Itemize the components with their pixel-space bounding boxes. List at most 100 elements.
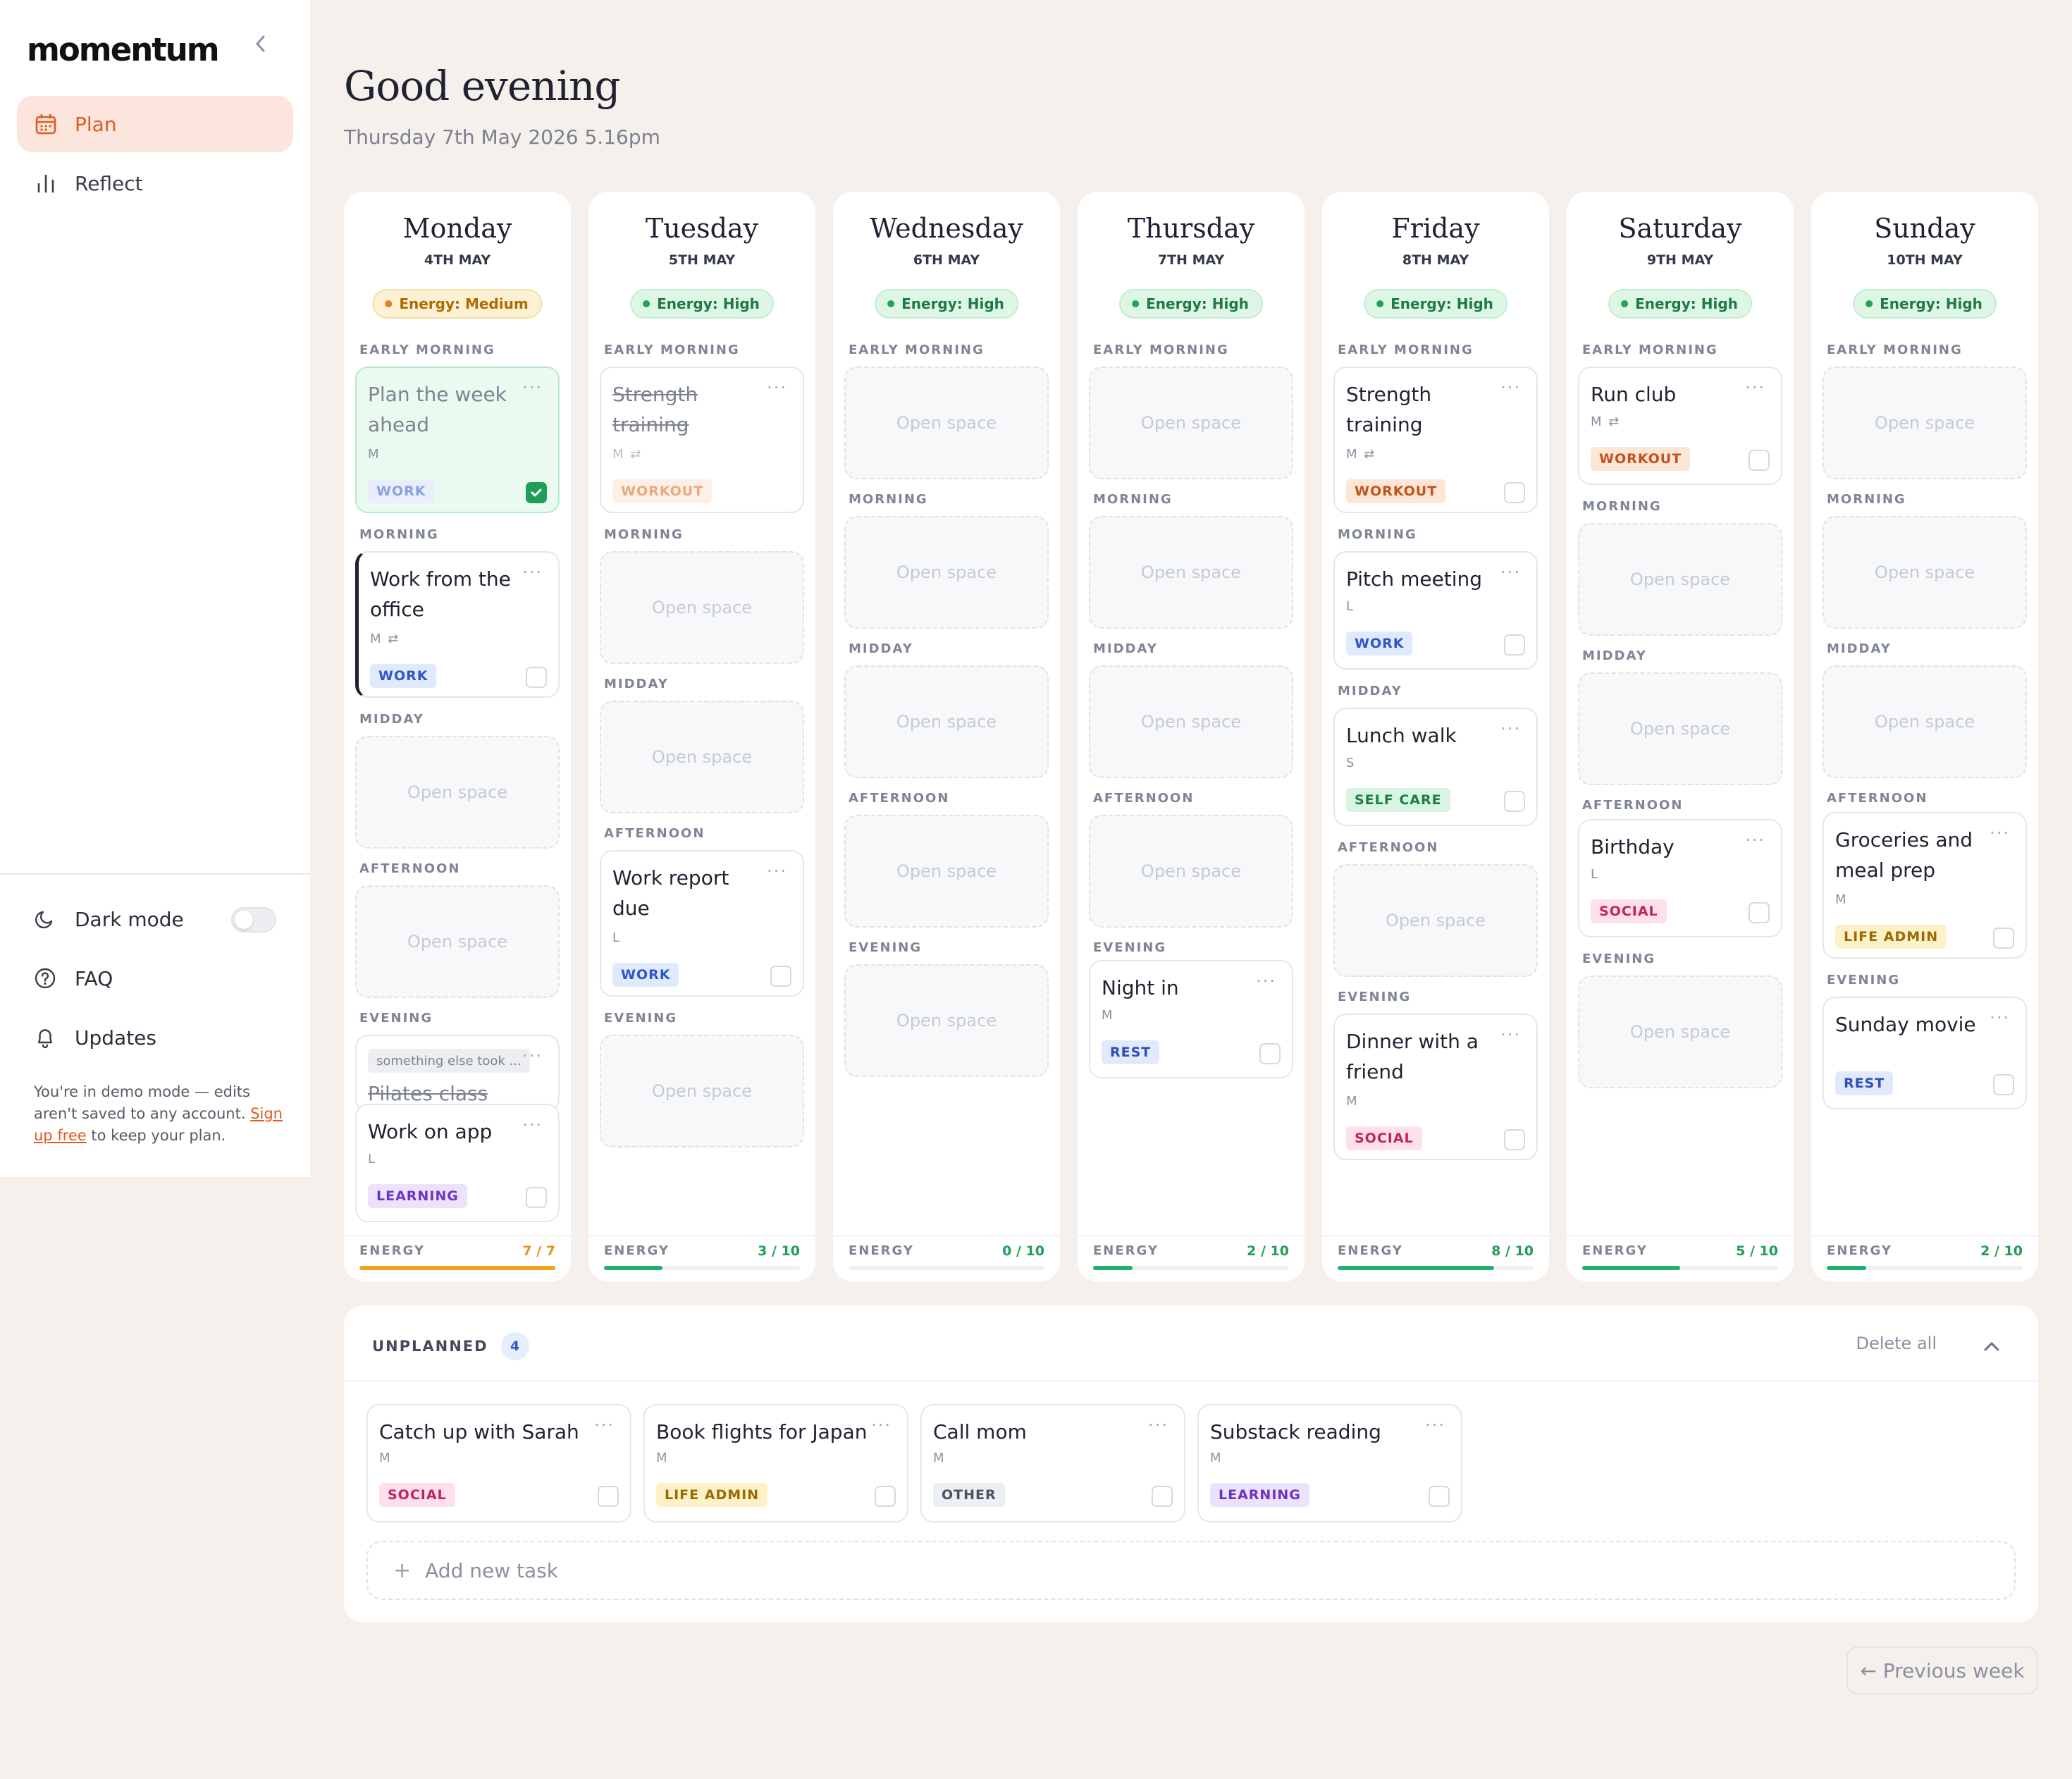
task-size: M ⇄ (1346, 447, 1376, 462)
more-icon[interactable]: ··· (594, 1415, 615, 1435)
unplanned-task-card[interactable]: Call mom ··· M OTHER (920, 1404, 1185, 1522)
more-icon[interactable]: ··· (1990, 823, 2010, 843)
more-icon[interactable]: ··· (522, 378, 543, 398)
more-icon[interactable]: ··· (1745, 378, 1765, 398)
unplanned-header[interactable]: UNPLANNED 4 (372, 1332, 529, 1360)
updates-link[interactable]: Updates (32, 1025, 156, 1050)
more-icon[interactable]: ··· (1500, 1025, 1521, 1045)
task-checkbox[interactable] (1152, 1486, 1173, 1507)
energy-badge[interactable]: Energy: High (1853, 289, 1997, 319)
plus-icon: + (393, 1558, 412, 1583)
unplanned-task-card[interactable]: Catch up with Sarah ··· M SOCIAL (366, 1404, 631, 1522)
open-space-slot[interactable]: Open space (355, 736, 560, 849)
task-checkbox[interactable] (1429, 1486, 1450, 1507)
task-card-skipped[interactable]: something else took ... ··· Pilates clas… (355, 1035, 560, 1112)
nav-plan[interactable]: Plan (17, 96, 293, 152)
task-checkbox[interactable] (526, 1187, 547, 1208)
task-checkbox[interactable] (526, 482, 547, 503)
task-card[interactable]: Birthday ··· L SOCIAL (1578, 819, 1782, 937)
chevron-left-icon[interactable] (254, 34, 268, 59)
open-space-slot[interactable]: Open space (844, 964, 1049, 1077)
task-card[interactable]: Work on app ··· L LEARNING (355, 1104, 560, 1222)
open-space-slot[interactable]: Open space (1823, 367, 2027, 479)
open-space-slot[interactable]: Open space (600, 1035, 804, 1147)
open-space-slot[interactable]: Open space (355, 885, 560, 998)
task-checkbox[interactable] (1504, 634, 1525, 655)
task-checkbox[interactable] (1749, 450, 1770, 471)
open-space-slot[interactable]: Open space (1333, 864, 1538, 977)
open-space-slot[interactable]: Open space (1823, 516, 2027, 629)
task-card[interactable]: Groceries and meal prep ··· M LIFE ADMIN (1823, 812, 2027, 959)
task-card[interactable]: Dinner with a friend ··· M SOCIAL (1333, 1014, 1538, 1160)
open-space-slot[interactable]: Open space (1089, 516, 1293, 629)
more-icon[interactable]: ··· (1500, 562, 1521, 582)
more-icon[interactable]: ··· (522, 562, 543, 582)
open-space-slot[interactable]: Open space (600, 551, 804, 664)
more-icon[interactable]: ··· (767, 378, 787, 398)
task-card[interactable]: Strength training ··· M ⇄ WORKOUT (1333, 367, 1538, 513)
more-icon[interactable]: ··· (1256, 971, 1276, 991)
open-space-slot[interactable]: Open space (600, 701, 804, 813)
add-task-button[interactable]: + Add new task (366, 1541, 2016, 1600)
delete-all-button[interactable]: Delete all (1856, 1334, 1937, 1353)
sidebar-divider (0, 873, 310, 875)
task-checkbox[interactable] (526, 667, 547, 688)
task-card[interactable]: Sunday movie ··· REST (1823, 997, 2027, 1109)
more-icon[interactable]: ··· (1500, 378, 1521, 398)
task-card[interactable]: Lunch walk ··· S SELF CARE (1333, 708, 1538, 826)
task-checkbox[interactable] (770, 966, 791, 987)
task-title: Run club (1591, 383, 1677, 406)
task-checkbox[interactable] (1749, 902, 1770, 923)
more-icon[interactable]: ··· (522, 1046, 543, 1066)
task-checkbox[interactable] (1504, 482, 1525, 503)
energy-label: ENERGY (1338, 1243, 1403, 1258)
energy-badge[interactable]: Energy: High (630, 289, 774, 319)
task-card[interactable]: Plan the week ahead ··· M WORK (355, 367, 560, 513)
task-checkbox[interactable] (598, 1486, 619, 1507)
task-card[interactable]: Work report due ··· L WORK (600, 850, 804, 997)
open-space-slot[interactable]: Open space (1089, 815, 1293, 928)
unplanned-task-card[interactable]: Substack reading ··· M LEARNING (1197, 1404, 1462, 1522)
open-space-slot[interactable]: Open space (1578, 975, 1782, 1088)
task-checkbox[interactable] (1504, 1129, 1525, 1150)
task-checkbox[interactable] (1259, 1043, 1281, 1064)
energy-badge[interactable]: Energy: High (1119, 289, 1263, 319)
task-checkbox[interactable] (1993, 928, 2014, 949)
chevron-up-icon[interactable] (1978, 1332, 2006, 1360)
open-space-slot[interactable]: Open space (844, 665, 1049, 778)
more-icon[interactable]: ··· (1990, 1008, 2010, 1028)
more-icon[interactable]: ··· (767, 861, 787, 881)
faq-link[interactable]: FAQ (32, 966, 113, 991)
more-icon[interactable]: ··· (1148, 1415, 1168, 1435)
task-card[interactable]: Night in ··· M REST (1089, 960, 1293, 1078)
open-space-slot[interactable]: Open space (1578, 523, 1782, 636)
task-checkbox[interactable] (875, 1486, 896, 1507)
more-icon[interactable]: ··· (1745, 830, 1765, 850)
task-checkbox[interactable] (1504, 791, 1525, 812)
task-card[interactable]: Work from the office ··· M ⇄ WORK (355, 551, 560, 698)
energy-badge[interactable]: Energy: High (875, 289, 1018, 319)
task-card[interactable]: Run club ··· M ⇄ WORKOUT (1578, 367, 1782, 485)
open-space-slot[interactable]: Open space (1578, 672, 1782, 785)
open-space-slot[interactable]: Open space (844, 516, 1049, 629)
task-card[interactable]: Pitch meeting ··· L WORK (1333, 551, 1538, 670)
open-space-slot[interactable]: Open space (844, 367, 1049, 479)
unplanned-task-card[interactable]: Book flights for Japan ··· M LIFE ADMIN (643, 1404, 908, 1522)
previous-week-button[interactable]: ← Previous week (1846, 1646, 2038, 1694)
nav-reflect[interactable]: Reflect (17, 155, 293, 211)
energy-badge[interactable]: Energy: High (1608, 289, 1752, 319)
more-icon[interactable]: ··· (522, 1115, 543, 1135)
app-logo[interactable]: momentum (27, 31, 220, 68)
open-space-slot[interactable]: Open space (844, 815, 1049, 928)
energy-badge[interactable]: Energy: High (1364, 289, 1507, 319)
open-space-slot[interactable]: Open space (1089, 665, 1293, 778)
open-space-slot[interactable]: Open space (1089, 367, 1293, 479)
dark-mode-toggle[interactable] (231, 907, 276, 932)
open-space-slot[interactable]: Open space (1823, 665, 2027, 778)
task-checkbox[interactable] (1993, 1074, 2014, 1095)
task-card[interactable]: Strength training ··· M ⇄ WORKOUT (600, 367, 804, 513)
more-icon[interactable]: ··· (1500, 719, 1521, 739)
more-icon[interactable]: ··· (1425, 1415, 1445, 1435)
more-icon[interactable]: ··· (871, 1415, 892, 1435)
energy-badge[interactable]: Energy: Medium (372, 289, 543, 319)
